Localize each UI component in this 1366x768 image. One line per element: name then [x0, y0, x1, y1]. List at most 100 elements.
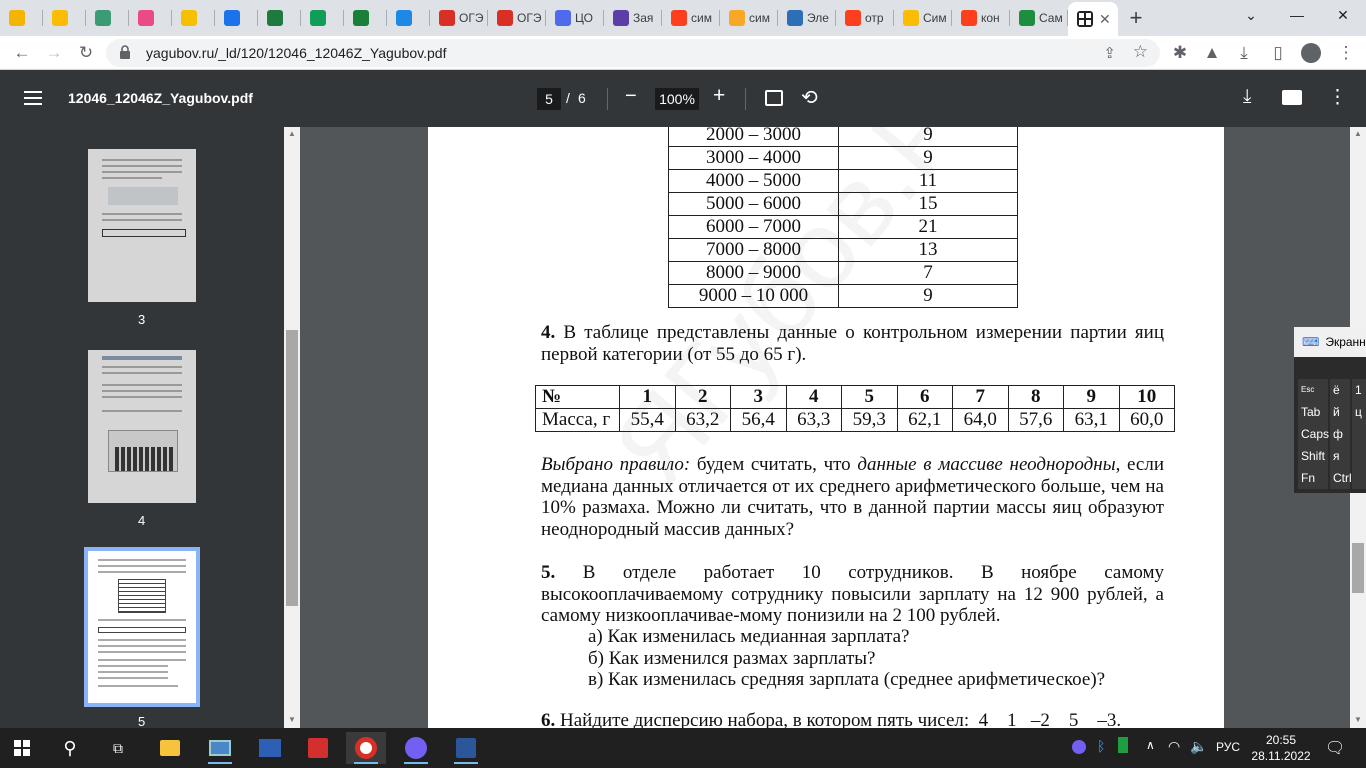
sidebar-scrollbar[interactable]: ▲ ▼: [284, 127, 300, 728]
bookmark-star-icon[interactable]: ☆: [1133, 42, 1148, 62]
browser-tab[interactable]: [344, 0, 387, 36]
more-actions-icon[interactable]: ⋮: [1328, 86, 1347, 109]
browser-tab[interactable]: [43, 0, 86, 36]
pdf-filename: 12046_12046Z_Yagubov.pdf: [68, 90, 253, 106]
lock-icon[interactable]: [119, 45, 131, 59]
browser-tab[interactable]: [387, 0, 430, 36]
fit-page-icon[interactable]: [765, 90, 783, 106]
profile-avatar[interactable]: [1297, 39, 1325, 67]
browser-tab[interactable]: сим: [662, 0, 720, 36]
language-indicator[interactable]: РУС: [1216, 740, 1240, 754]
start-button[interactable]: [2, 732, 42, 764]
browser-tab[interactable]: [301, 0, 344, 36]
page-thumbnail-5-selected[interactable]: [84, 547, 200, 707]
keyboard-key[interactable]: [1352, 423, 1366, 445]
chevron-up-icon[interactable]: ∧: [1146, 738, 1155, 752]
minimize-button[interactable]: —: [1274, 0, 1320, 30]
hamburger-menu-icon[interactable]: [24, 91, 42, 105]
tab-title: ОГЭ: [517, 11, 542, 25]
url-text[interactable]: yagubov.ru/_ld/120/12046_12046Z_Yagubov.…: [146, 45, 446, 61]
zoom-level-input[interactable]: 100%: [655, 88, 699, 110]
chrome-icon[interactable]: [346, 732, 386, 764]
page-thumbnail-3[interactable]: [88, 149, 196, 302]
remote-desktop-icon[interactable]: [200, 732, 240, 764]
keyboard-key[interactable]: 1: [1352, 379, 1366, 401]
keyboard-key[interactable]: ф: [1330, 423, 1350, 445]
browser-tab[interactable]: [215, 0, 258, 36]
notification-icon[interactable]: 🗨: [1325, 738, 1345, 758]
back-button[interactable]: ←: [8, 39, 36, 67]
sidebar-scroll-thumb[interactable]: [286, 330, 298, 606]
browser-tab[interactable]: [258, 0, 301, 36]
browser-tab[interactable]: отр: [836, 0, 894, 36]
keyboard-key[interactable]: [1352, 445, 1366, 467]
task-view-icon[interactable]: ⧉: [98, 732, 138, 764]
app-tray-icon[interactable]: [1118, 737, 1128, 753]
browser-tab[interactable]: сим: [720, 0, 778, 36]
close-tab-icon[interactable]: ✕: [1099, 11, 1111, 28]
clock[interactable]: 20:55 28.11.2022: [1250, 732, 1312, 764]
mass-cell: 62,1: [896, 408, 953, 432]
wifi-icon[interactable]: ◠: [1168, 738, 1180, 755]
search-icon[interactable]: ⚲: [50, 732, 90, 764]
dollar-icon: [181, 10, 197, 26]
browser-tab[interactable]: [0, 0, 43, 36]
app-icon[interactable]: [250, 732, 290, 764]
keyboard-key[interactable]: ц: [1352, 401, 1366, 423]
keyboard-key[interactable]: [1352, 467, 1366, 489]
table-row: 3000 – 4000 9: [668, 146, 1018, 170]
browser-tab[interactable]: кон: [952, 0, 1010, 36]
file-explorer-icon[interactable]: [150, 732, 190, 764]
yandex-icon: [845, 10, 861, 26]
keyboard-key[interactable]: Shift: [1298, 445, 1328, 467]
volume-icon[interactable]: 🔈: [1190, 738, 1207, 755]
chevron-down-icon[interactable]: ⌄: [1228, 0, 1274, 30]
browser-tab[interactable]: ОГЭ: [488, 0, 546, 36]
flask-icon[interactable]: ▲: [1198, 39, 1226, 67]
close-window-button[interactable]: ✕: [1320, 0, 1366, 30]
menu-kebab-icon[interactable]: ⋮: [1332, 39, 1360, 67]
keyboard-key[interactable]: Caps: [1298, 423, 1329, 445]
viber-tray-icon[interactable]: [1072, 740, 1086, 754]
omnibox[interactable]: yagubov.ru/_ld/120/12046_12046Z_Yagubov.…: [106, 39, 1160, 67]
browser-tab[interactable]: Сам: [1010, 0, 1068, 36]
browser-tab[interactable]: Эле: [778, 0, 836, 36]
keyboard-key[interactable]: й: [1330, 401, 1350, 423]
reload-button[interactable]: ↻: [72, 39, 100, 67]
page-number-input[interactable]: 5: [537, 88, 561, 110]
sidepanel-icon[interactable]: ▯: [1264, 39, 1292, 67]
page-thumbnail-4[interactable]: [88, 350, 196, 503]
keyboard-key[interactable]: я: [1330, 445, 1350, 467]
browser-tab[interactable]: Зая: [604, 0, 662, 36]
share-icon[interactable]: ⇪: [1103, 44, 1116, 62]
download-icon[interactable]: ⤓: [1230, 39, 1258, 67]
zoom-out-button[interactable]: −: [625, 85, 637, 108]
download-pdf-icon[interactable]: ⤓: [1243, 86, 1251, 108]
viber-icon[interactable]: [396, 732, 436, 764]
print-icon[interactable]: [1282, 90, 1302, 105]
bluetooth-icon[interactable]: ᛒ: [1097, 738, 1105, 754]
count-cell: 9: [838, 284, 1018, 308]
extensions-icon[interactable]: ✱: [1166, 39, 1194, 67]
rotate-icon[interactable]: ⟲: [801, 85, 818, 110]
keyboard-key[interactable]: Fn: [1298, 467, 1328, 489]
browser-tab[interactable]: [172, 0, 215, 36]
keyboard-key[interactable]: Esc: [1298, 379, 1328, 401]
viewer-scroll-thumb[interactable]: [1352, 543, 1364, 593]
browser-tab[interactable]: [86, 0, 129, 36]
keyboard-key[interactable]: ё: [1330, 379, 1350, 401]
acrobat-icon[interactable]: [298, 732, 338, 764]
browser-tab[interactable]: ЦО: [546, 0, 604, 36]
zoom-in-button[interactable]: +: [713, 84, 725, 108]
form-icon: [613, 10, 629, 26]
active-tab[interactable]: ✕: [1068, 2, 1118, 36]
keyboard-key[interactable]: Tab: [1298, 401, 1328, 423]
count-cell: 21: [838, 215, 1018, 239]
browser-tab[interactable]: Сим: [894, 0, 952, 36]
keyboard-key[interactable]: Ctrl: [1330, 467, 1352, 489]
browser-tab[interactable]: ОГЭ: [430, 0, 488, 36]
forward-button[interactable]: →: [40, 39, 68, 67]
browser-tab[interactable]: [129, 0, 172, 36]
word-icon[interactable]: [446, 732, 486, 764]
new-tab-button[interactable]: +: [1118, 0, 1154, 36]
